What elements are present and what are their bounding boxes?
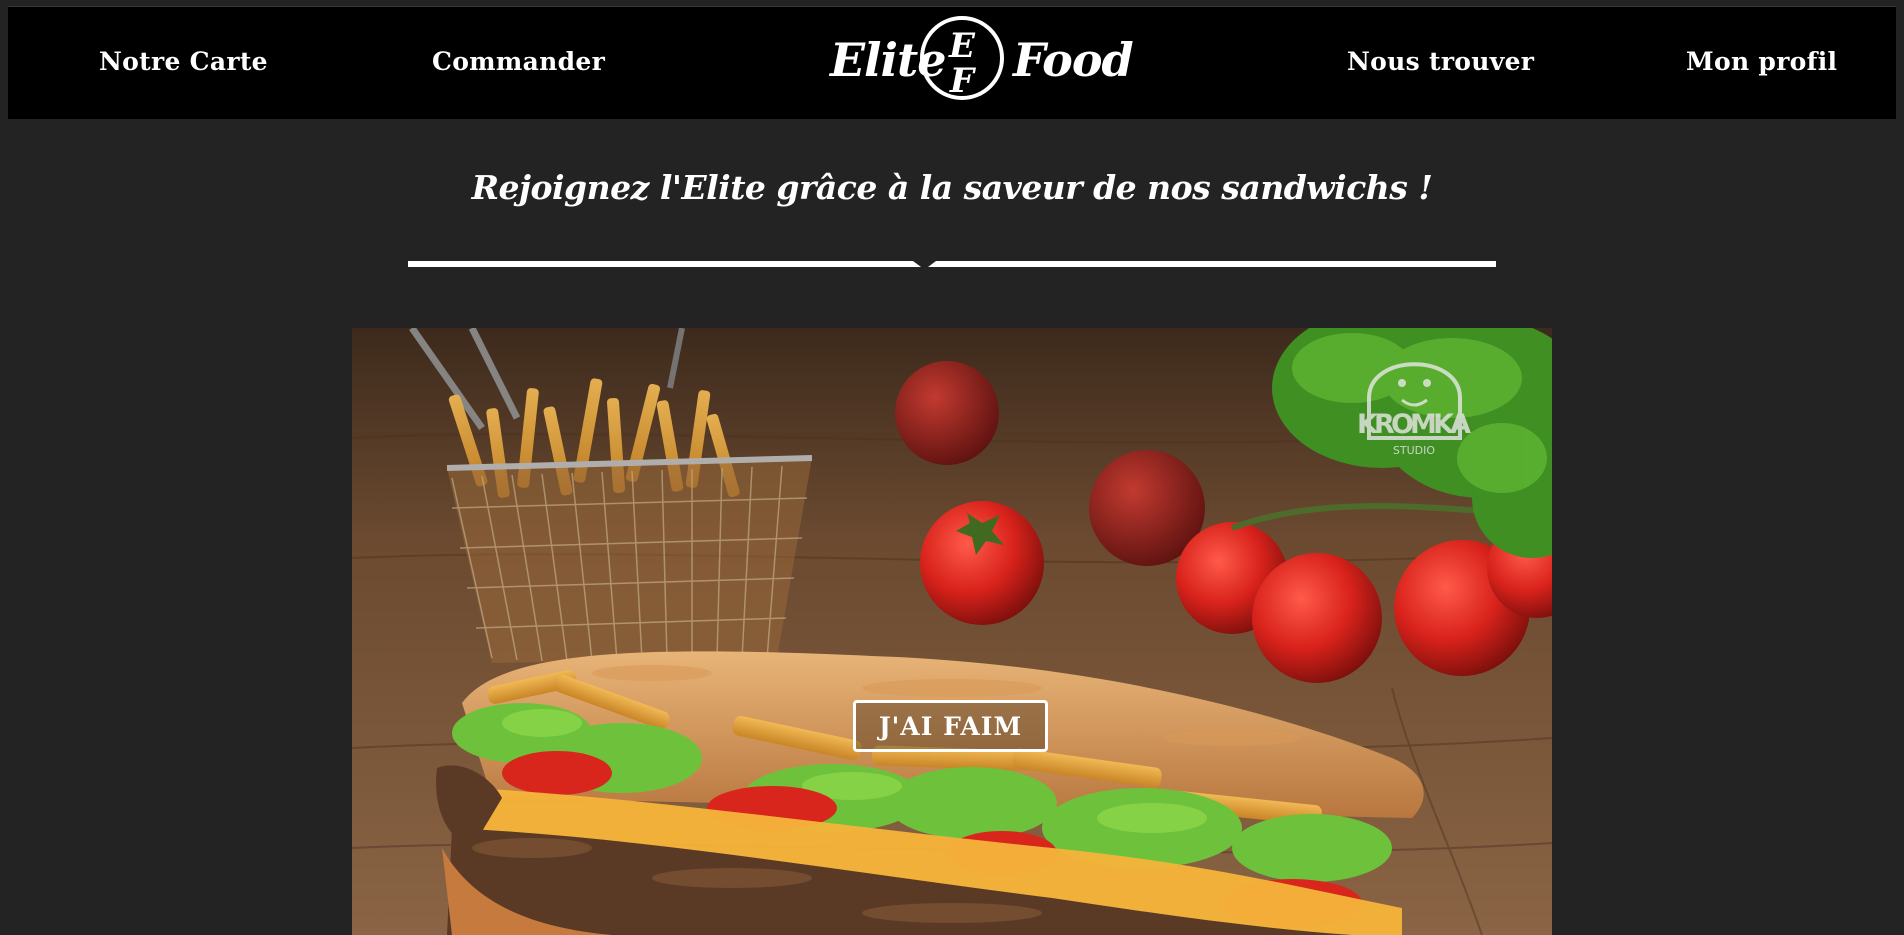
nav-link-commander[interactable]: Commander xyxy=(432,47,605,76)
logo-monogram-top: E xyxy=(948,26,976,66)
hero-tagline: Rejoignez l'Elite grâce à la saveur de n… xyxy=(471,168,1433,207)
site-logo[interactable]: Elite E F Food xyxy=(830,11,1134,115)
logo-monogram-icon: E F xyxy=(920,16,1004,101)
hero-image: KROMKA STUDIO xyxy=(352,328,1552,935)
nav-link-nous-trouver[interactable]: Nous trouver xyxy=(1347,47,1534,76)
nav-link-mon-profil[interactable]: Mon profil xyxy=(1686,47,1837,76)
cta-jai-faim-button[interactable]: J'AI FAIM xyxy=(853,700,1048,752)
nav-link-notre-carte[interactable]: Notre Carte xyxy=(99,47,268,76)
logo-monogram-bottom: F xyxy=(949,61,977,101)
watermark-text: KROMKA xyxy=(1357,409,1471,440)
watermark-subtext: STUDIO xyxy=(1393,444,1435,457)
navbar: Notre Carte Commander Elite E F Food Nou… xyxy=(8,6,1896,119)
page: Notre Carte Commander Elite E F Food Nou… xyxy=(0,0,1904,935)
divider-line xyxy=(408,261,1496,267)
logo-word-food: Food xyxy=(1013,33,1134,87)
